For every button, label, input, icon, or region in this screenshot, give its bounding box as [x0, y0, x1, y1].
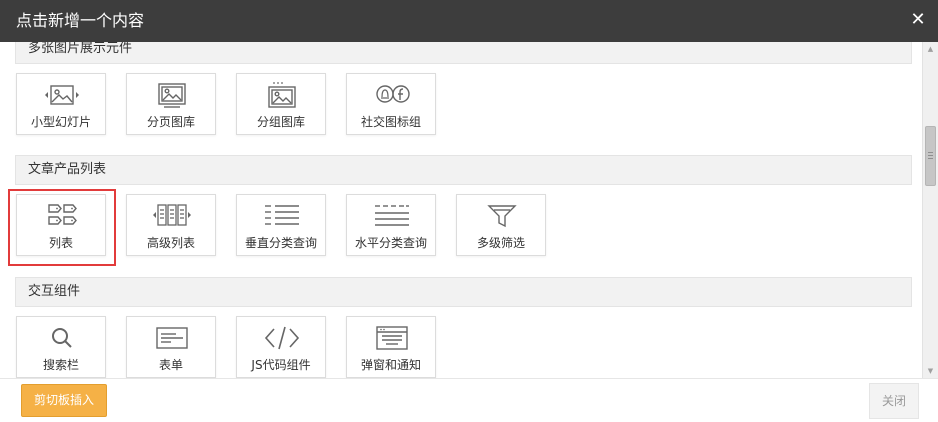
section-label: 交互组件	[28, 284, 81, 299]
social-icons-icon	[372, 81, 412, 109]
tile-label: 垂直分类查询	[244, 236, 317, 250]
filter-funnel-icon	[482, 202, 522, 230]
tile-slideshow[interactable]: 小型幻灯片	[16, 73, 106, 135]
tile-label: 搜索栏	[42, 358, 79, 372]
section-header-interactive: 交互组件	[15, 277, 912, 307]
form-icon	[152, 324, 192, 352]
horizontal-category-icon	[372, 202, 412, 230]
tile-multilevel-filter[interactable]: 多级筛选	[456, 194, 546, 256]
clipboard-insert-button[interactable]: 剪切板插入	[21, 384, 107, 417]
tile-social-icons[interactable]: 社交图标组	[346, 73, 436, 135]
tile-label: 水平分类查询	[354, 236, 427, 250]
section-header-multi-image: 多张图片展示元件	[15, 42, 912, 64]
scrollbar-thumb[interactable]	[925, 126, 936, 186]
tile-label: 分页图库	[146, 115, 195, 129]
code-icon	[262, 324, 302, 352]
tile-paged-gallery[interactable]: 分页图库	[126, 73, 216, 135]
advanced-list-icon	[152, 202, 192, 230]
tile-label: 多级筛选	[476, 236, 525, 250]
tile-label: 高级列表	[146, 236, 195, 250]
tile-js-code[interactable]: JS代码组件	[236, 316, 326, 378]
section-label: 文章产品列表	[28, 162, 107, 177]
list-tags-icon	[42, 202, 82, 230]
section-header-article-list: 文章产品列表	[15, 155, 912, 185]
grouped-gallery-icon	[262, 81, 302, 109]
popup-notice-icon	[372, 324, 412, 352]
tile-label: 弹窗和通知	[360, 358, 421, 372]
tile-label: 社交图标组	[360, 115, 421, 129]
tile-label: 表单	[158, 358, 183, 372]
paged-gallery-icon	[152, 81, 192, 109]
vertical-category-icon	[262, 202, 302, 230]
section-label: 多张图片展示元件	[28, 42, 133, 56]
search-icon	[42, 324, 82, 352]
close-icon[interactable]: ✕	[910, 9, 926, 31]
vertical-scrollbar[interactable]: ▲ ▼	[922, 42, 938, 378]
tile-label: 列表	[48, 236, 73, 250]
scroll-up-arrow-icon[interactable]: ▲	[923, 42, 938, 56]
tile-advanced-list[interactable]: 高级列表	[126, 194, 216, 256]
tile-list[interactable]: 列表	[16, 194, 106, 256]
close-button[interactable]: 关闭	[869, 383, 919, 419]
tile-vertical-category[interactable]: 垂直分类查询	[236, 194, 326, 256]
tile-form[interactable]: 表单	[126, 316, 216, 378]
tile-label: 分组图库	[256, 115, 305, 129]
scroll-down-arrow-icon[interactable]: ▼	[923, 364, 938, 378]
slideshow-icon	[42, 81, 82, 109]
tile-horizontal-category[interactable]: 水平分类查询	[346, 194, 436, 256]
tile-grouped-gallery[interactable]: 分组图库	[236, 73, 326, 135]
tile-popup-notice[interactable]: 弹窗和通知	[346, 316, 436, 378]
dialog-title: 点击新增一个内容	[16, 11, 145, 30]
widget-picker-content[interactable]: 多张图片展示元件 小型幻灯片 分页图库 分组图库 社交图标组 文章产品列表 列表…	[0, 42, 922, 378]
dialog-titlebar: 点击新增一个内容 ✕	[0, 0, 938, 42]
tile-search-bar[interactable]: 搜索栏	[16, 316, 106, 378]
tile-label: JS代码组件	[251, 358, 311, 372]
tile-label: 小型幻灯片	[30, 115, 91, 129]
dialog-footer: 剪切板插入 关闭	[0, 378, 938, 422]
